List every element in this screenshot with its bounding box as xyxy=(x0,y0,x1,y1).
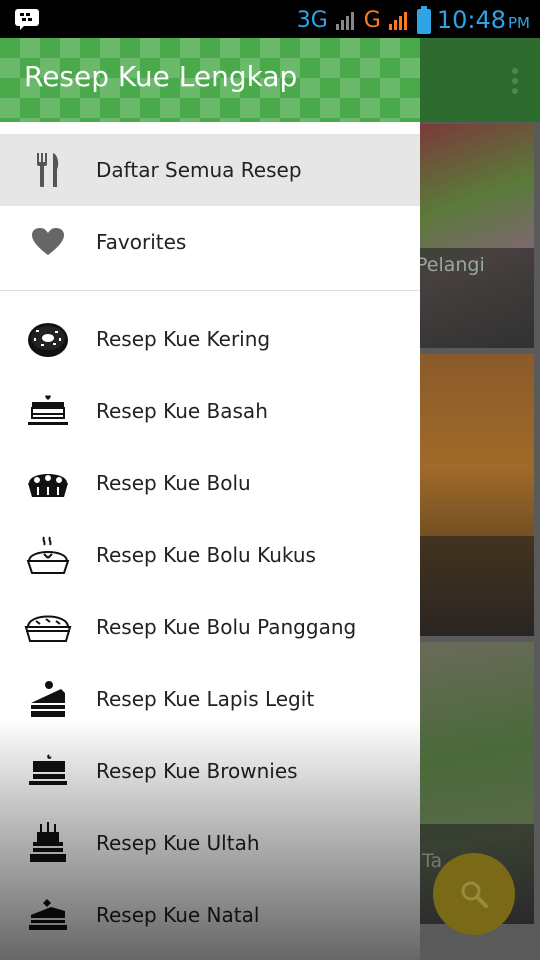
battery-icon xyxy=(416,6,431,34)
menu-item-favorites[interactable]: Favorites xyxy=(0,206,420,278)
menu-item-kue-natal[interactable]: Resep Kue Natal xyxy=(0,879,420,951)
recipe-card[interactable]: Pelangi xyxy=(420,124,534,348)
christmas-cake-icon xyxy=(24,895,72,935)
menu-item-label: Resep Kue Lapis Legit xyxy=(96,687,315,711)
app-title: Resep Kue Lengkap xyxy=(24,60,298,93)
fork-knife-icon xyxy=(24,150,72,190)
status-bar: 3G G 10:48 PM xyxy=(0,0,540,38)
steamed-pie-icon xyxy=(24,535,72,575)
menu-item-label: Resep Kue Brownies xyxy=(96,759,298,783)
donut-icon xyxy=(24,319,72,359)
menu-item-label: Favorites xyxy=(96,230,187,254)
menu-item-label: Daftar Semua Resep xyxy=(96,158,302,182)
drawer-menu: Daftar Semua Resep Favorites Resep Kue K… xyxy=(0,134,420,951)
menu-divider xyxy=(0,290,420,291)
network-type-3g: 3G xyxy=(296,7,328,33)
menu-item-label: Resep Kue Kering xyxy=(96,327,271,351)
brownie-icon xyxy=(24,751,72,791)
recipe-card-title: Pelangi xyxy=(420,254,485,276)
recipe-card-caption xyxy=(420,536,534,636)
menu-item-label: Resep Kue Basah xyxy=(96,399,268,423)
pie-icon xyxy=(24,463,72,503)
menu-item-label: Resep Kue Bolu Kukus xyxy=(96,543,316,567)
signal-strength-icon-2 xyxy=(388,12,407,30)
drawer-header: Resep Kue Lengkap xyxy=(0,38,420,122)
heart-icon xyxy=(24,222,72,262)
menu-item-kue-kering[interactable]: Resep Kue Kering xyxy=(0,303,420,375)
menu-item-label: Resep Kue Ultah xyxy=(96,831,260,855)
more-options-icon[interactable] xyxy=(512,68,518,94)
clock-ampm: PM xyxy=(508,14,530,32)
search-fab[interactable] xyxy=(433,853,515,935)
clock: 10:48 xyxy=(436,6,506,34)
recipe-card-title: Ta xyxy=(422,850,443,872)
menu-item-kue-lapis-legit[interactable]: Resep Kue Lapis Legit xyxy=(0,663,420,735)
menu-item-label: Resep Kue Bolu Panggang xyxy=(96,615,357,639)
birthday-cake-icon xyxy=(24,822,72,863)
menu-item-all-recipes[interactable]: Daftar Semua Resep xyxy=(0,134,420,206)
network-type-g: G xyxy=(363,7,381,33)
menu-item-kue-brownies[interactable]: Resep Kue Brownies xyxy=(0,735,420,807)
bbm-notification-icon xyxy=(15,9,39,30)
signal-strength-icon xyxy=(335,12,354,30)
menu-item-kue-bolu[interactable]: Resep Kue Bolu xyxy=(0,447,420,519)
menu-item-kue-ultah[interactable]: Resep Kue Ultah xyxy=(0,807,420,879)
cake-icon xyxy=(24,391,72,431)
recipe-card[interactable] xyxy=(420,354,534,636)
menu-item-kue-basah[interactable]: Resep Kue Basah xyxy=(0,375,420,447)
menu-item-label: Resep Kue Bolu xyxy=(96,471,251,495)
cake-slice-icon xyxy=(24,679,72,719)
menu-item-kue-bolu-panggang[interactable]: Resep Kue Bolu Panggang xyxy=(0,591,420,663)
baked-pie-icon xyxy=(24,607,72,647)
search-icon xyxy=(461,881,488,908)
navigation-drawer: Resep Kue Lengkap Daftar Semua Resep Fav… xyxy=(0,38,420,960)
menu-item-kue-bolu-kukus[interactable]: Resep Kue Bolu Kukus xyxy=(0,519,420,591)
menu-item-label: Resep Kue Natal xyxy=(96,903,260,927)
